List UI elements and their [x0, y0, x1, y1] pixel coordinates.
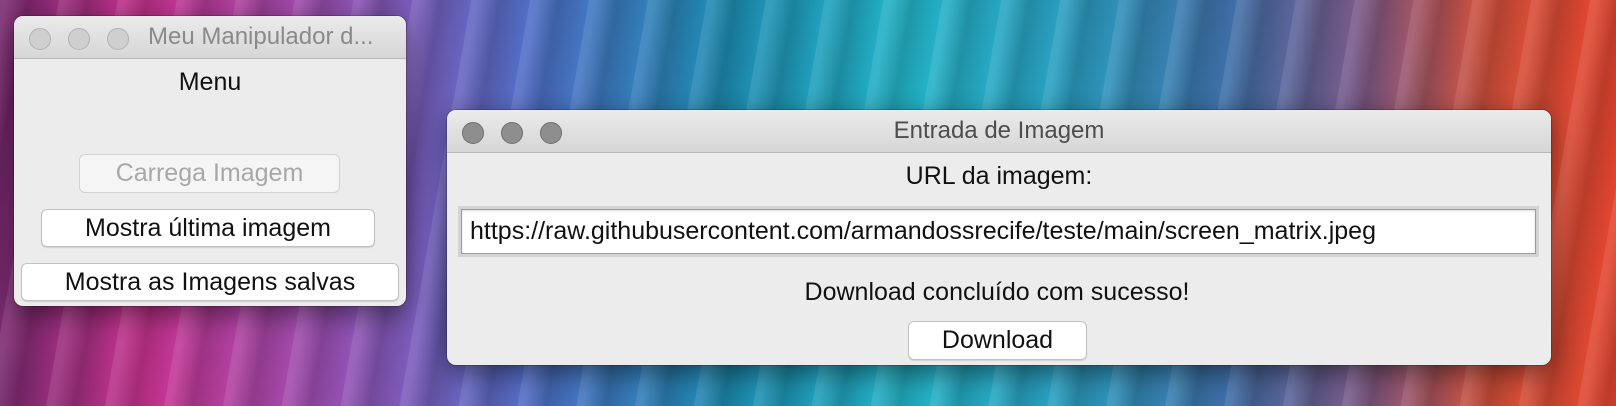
show-last-image-button[interactable]: Mostra última imagem: [41, 209, 375, 247]
download-button[interactable]: Download: [908, 321, 1087, 360]
zoom-button[interactable]: [107, 28, 129, 50]
status-message: Download concluído com sucesso!: [804, 278, 1190, 306]
image-input-window-titlebar[interactable]: Entrada de Imagem: [447, 110, 1551, 153]
menu-window-titlebar[interactable]: Meu Manipulador d...: [14, 16, 406, 59]
show-saved-images-button[interactable]: Mostra as Imagens salvas: [21, 263, 399, 301]
menu-window: Meu Manipulador d... Menu Carrega Imagem…: [14, 16, 406, 306]
url-input[interactable]: [461, 209, 1536, 254]
menu-window-title: Meu Manipulador d...: [148, 23, 374, 50]
minimize-button[interactable]: [68, 28, 90, 50]
menu-heading: Menu: [178, 68, 242, 96]
image-input-window: Entrada de Imagem URL da imagem: Downloa…: [447, 110, 1551, 365]
close-button[interactable]: [29, 28, 51, 50]
load-image-button[interactable]: Carrega Imagem: [79, 154, 340, 193]
url-label: URL da imagem:: [905, 162, 1093, 190]
image-input-window-title: Entrada de Imagem: [893, 117, 1105, 144]
